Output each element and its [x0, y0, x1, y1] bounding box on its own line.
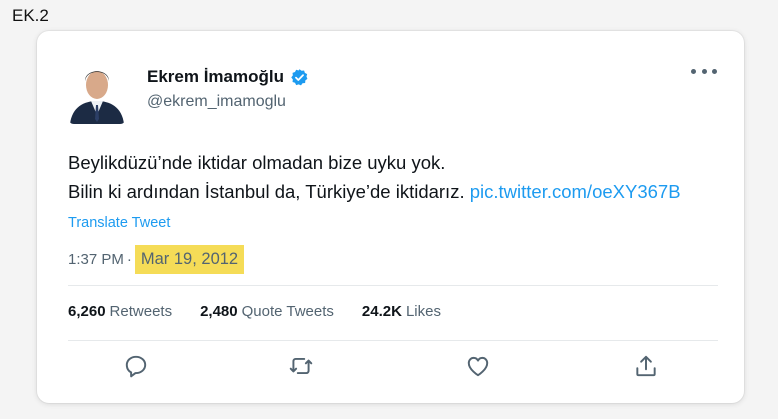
likes-label: Likes: [405, 303, 441, 320]
tweet-actions: [68, 353, 718, 383]
share-icon[interactable]: [633, 353, 659, 379]
likes-stat[interactable]: 24.2K Likes: [362, 303, 441, 320]
verified-badge-icon: [290, 68, 309, 87]
tweet-date-highlighted[interactable]: Mar 19, 2012: [134, 245, 245, 274]
avatar[interactable]: [68, 55, 126, 124]
quotes-count: 2,480: [200, 303, 238, 320]
retweets-count: 6,260: [68, 303, 106, 320]
reply-icon[interactable]: [123, 353, 149, 379]
divider-top: [68, 285, 718, 286]
author-name[interactable]: Ekrem İmamoğlu: [147, 67, 284, 87]
quote-tweets-stat[interactable]: 2,480 Quote Tweets: [200, 303, 334, 320]
likes-count: 24.2K: [361, 303, 402, 320]
tweet-time[interactable]: 1:37 PM: [68, 251, 124, 268]
like-icon[interactable]: [465, 353, 491, 379]
tweet-text: Beylikdüzü’nde iktidar olmadan bize uyku…: [68, 148, 728, 206]
author-handle[interactable]: @ekrem_imamoglu: [147, 93, 286, 111]
tweet-timestamp: 1:37 PM · Mar 19, 2012: [68, 245, 245, 274]
translate-tweet-link[interactable]: Translate Tweet: [68, 215, 170, 231]
meta-separator: ·: [126, 251, 132, 268]
engagement-stats: 6,260 Retweets 2,480 Quote Tweets 24.2K Lik…: [68, 303, 441, 320]
tweet-text-line-2-body: Bilin ki ardından İstanbul da, Türkiye’d…: [68, 181, 465, 202]
author-name-row[interactable]: Ekrem İmamoğlu: [147, 67, 309, 87]
quotes-label: Quote Tweets: [241, 303, 334, 320]
divider-bottom: [68, 340, 718, 341]
more-options-icon[interactable]: [691, 61, 717, 81]
retweets-stat[interactable]: 6,260 Retweets: [68, 303, 172, 320]
retweet-icon[interactable]: [288, 353, 314, 379]
tweet-text-line-1: Beylikdüzü’nde iktidar olmadan bize uyku…: [68, 152, 446, 173]
media-link[interactable]: pic.twitter.com/oeXY367B: [470, 181, 681, 202]
tweet-card: Ekrem İmamoğlu @ekrem_imamoglu Beylikdüz…: [37, 31, 744, 403]
tweet-text-line-2: Bilin ki ardından İstanbul da, Türkiye’d…: [68, 177, 728, 206]
retweets-label: Retweets: [109, 303, 173, 320]
page-label: EK.2: [12, 6, 49, 25]
